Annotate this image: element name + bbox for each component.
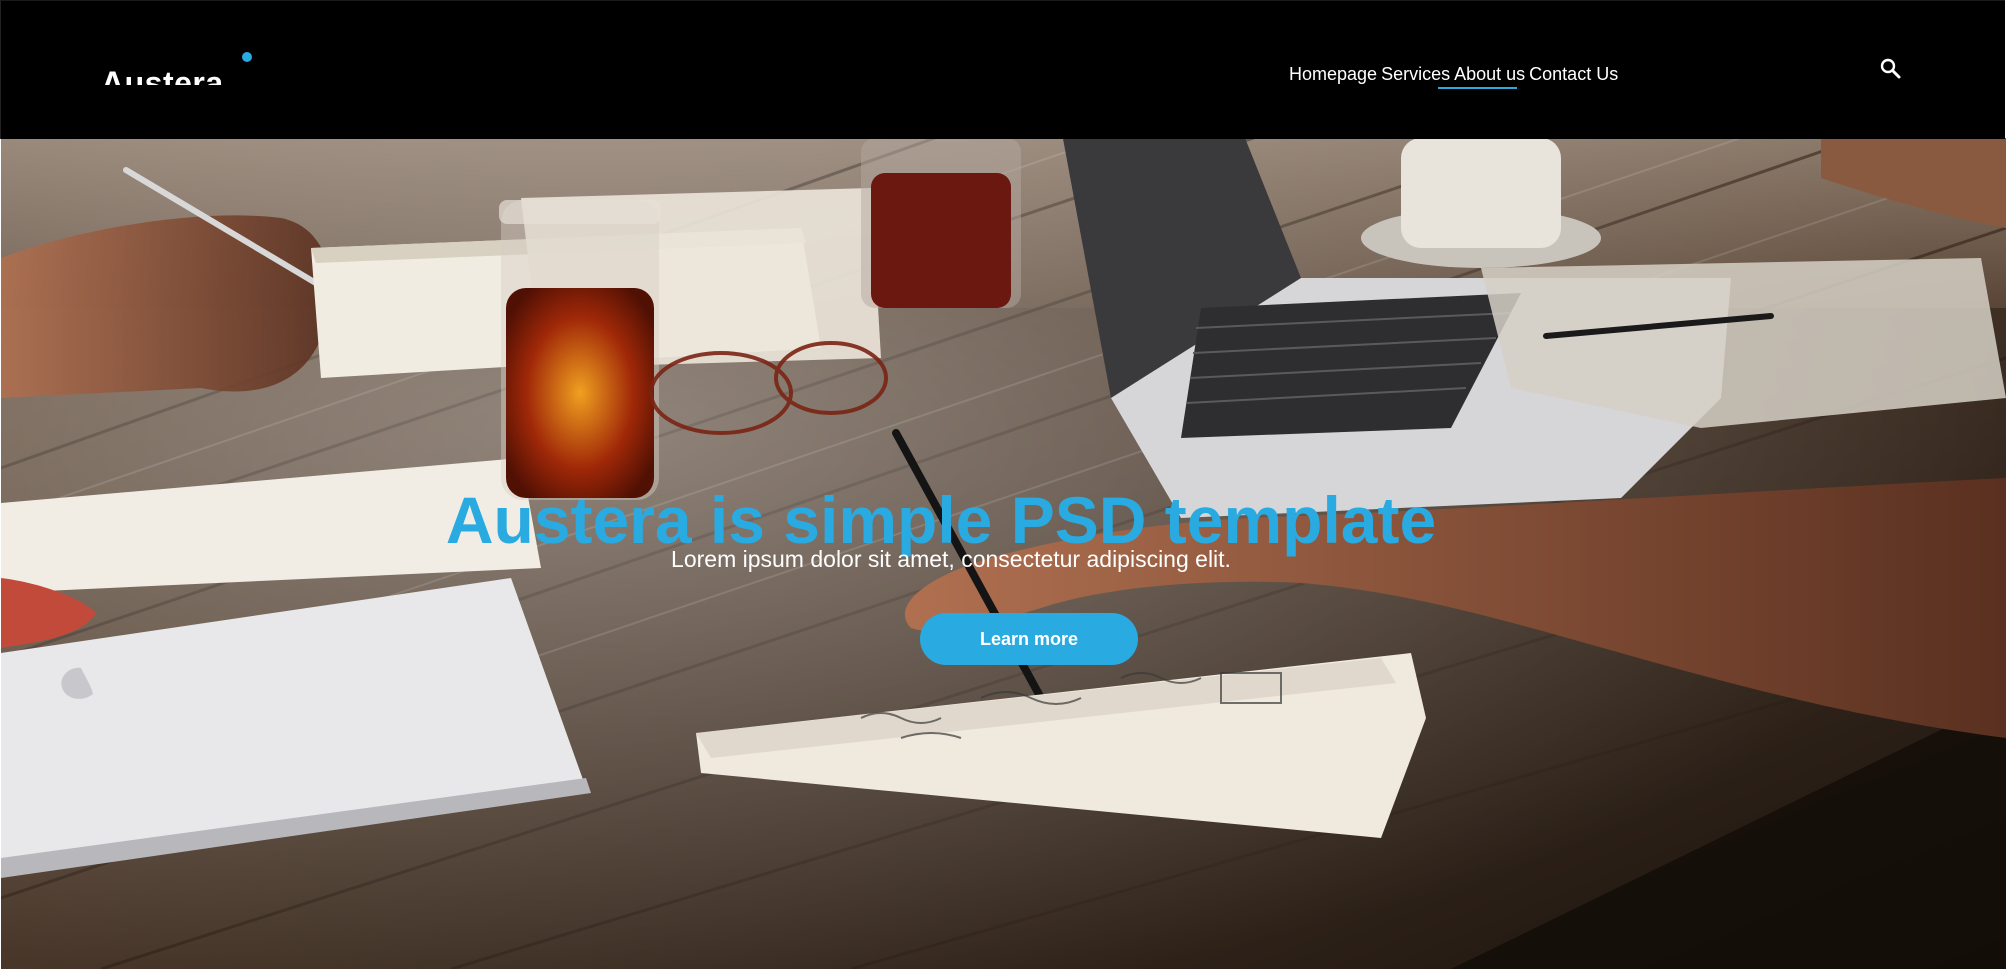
nav-homepage[interactable]: Homepage: [1289, 62, 1377, 86]
site-header: Austera Homepage Services About us Conta…: [0, 0, 2005, 139]
logo[interactable]: Austera: [101, 63, 224, 85]
logo-dot: [242, 52, 252, 62]
hero-subtitle: Lorem ipsum dolor sit amet, consectetur …: [671, 546, 1231, 572]
hero: Austera is simple PSD template Lorem ips…: [1, 138, 2006, 969]
main-nav: Homepage Services About us Contact Us: [1289, 62, 1618, 89]
nav-services[interactable]: Services: [1381, 62, 1450, 86]
nav-about-us[interactable]: About us: [1438, 62, 1525, 89]
search-icon[interactable]: [1879, 57, 1903, 81]
nav-contact-us[interactable]: Contact Us: [1529, 62, 1618, 86]
page: Austera Homepage Services About us Conta…: [0, 0, 2006, 969]
learn-more-button[interactable]: Learn more: [920, 613, 1138, 665]
